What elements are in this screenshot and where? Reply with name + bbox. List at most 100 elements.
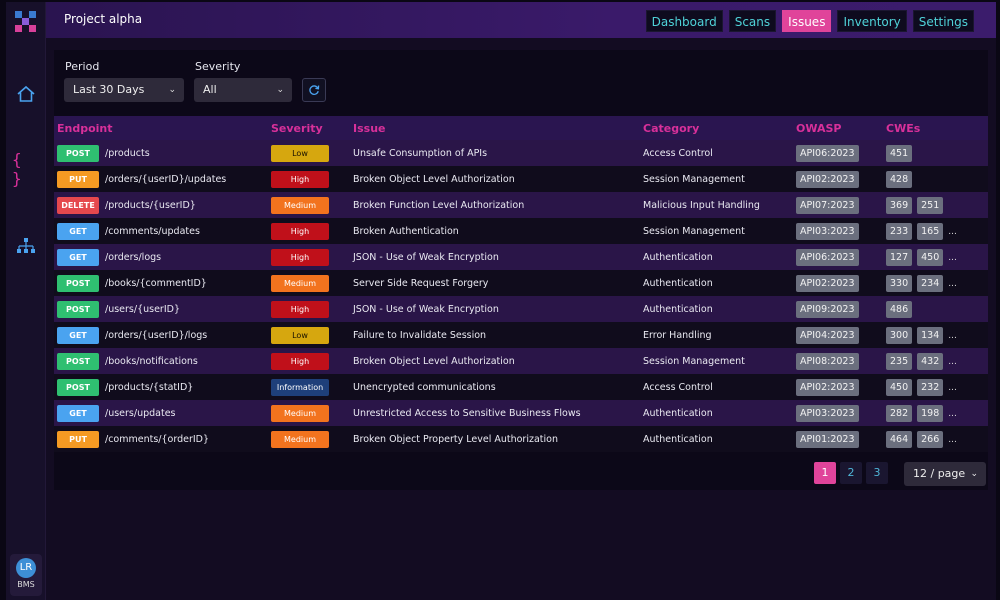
more-cwes[interactable]: ... <box>948 253 957 263</box>
table-row[interactable]: POST/products/{statID} Information Unenc… <box>54 374 988 400</box>
cwe-badge[interactable]: 232 <box>917 378 944 396</box>
severity-select[interactable]: All ⌄ <box>194 78 292 102</box>
cwe-badge[interactable]: 165 <box>917 222 944 240</box>
cwe-badge[interactable]: 450 <box>886 378 913 396</box>
cwes-cell: 127 450... <box>883 244 988 270</box>
col-category[interactable]: Category <box>640 116 793 140</box>
nav-scans[interactable]: Scans <box>728 10 777 32</box>
category-cell: Authentication <box>640 296 793 322</box>
nav-settings[interactable]: Settings <box>912 10 974 32</box>
table-row[interactable]: POST/books/notifications High Broken Obj… <box>54 348 988 374</box>
severity-cell: High <box>268 244 350 270</box>
more-cwes[interactable]: ... <box>948 383 957 393</box>
cwes-cell: 486 <box>883 296 988 322</box>
method-badge: GET <box>57 404 99 422</box>
sidebar: { } LR BMS <box>6 2 46 600</box>
table-row[interactable]: PUT/orders/{userID}/updates High Broken … <box>54 166 988 192</box>
nav-dashboard[interactable]: Dashboard <box>645 10 723 32</box>
col-issue[interactable]: Issue <box>350 116 640 140</box>
cwe-badge[interactable]: 432 <box>917 352 944 370</box>
per-page-select[interactable]: 12 / page ⌄ <box>904 462 986 486</box>
table-header: Endpoint Severity Issue Category OWASP C… <box>54 116 988 140</box>
endpoint-cell: POST/books/notifications <box>54 348 268 374</box>
method-badge: POST <box>57 274 99 292</box>
issue-cell: Unrestricted Access to Sensitive Busines… <box>350 400 640 426</box>
cwe-badge[interactable]: 486 <box>886 300 913 318</box>
issue-cell: JSON - Use of Weak Encryption <box>350 296 640 322</box>
method-badge: POST <box>57 352 99 370</box>
cwe-badge[interactable]: 428 <box>886 170 913 188</box>
endpoint-path: /comments/updates <box>105 225 200 237</box>
table-row[interactable]: GET/orders/{userID}/logs Low Failure to … <box>54 322 988 348</box>
severity-cell: Low <box>268 322 350 348</box>
owasp-badge: API02:2023 <box>796 274 859 292</box>
nav-issues[interactable]: Issues <box>782 10 832 32</box>
cwe-badge[interactable]: 251 <box>917 196 944 214</box>
cwe-badge[interactable]: 369 <box>886 196 913 214</box>
issue-cell: Server Side Request Forgery <box>350 270 640 296</box>
owasp-badge: API03:2023 <box>796 222 859 240</box>
table-row[interactable]: GET/users/updates Medium Unrestricted Ac… <box>54 400 988 426</box>
table-row[interactable]: POST/books/{commentID} Medium Server Sid… <box>54 270 988 296</box>
user-label: BMS <box>17 580 35 589</box>
cwe-badge[interactable]: 266 <box>917 430 944 448</box>
severity-cell: High <box>268 296 350 322</box>
period-value: Last 30 Days <box>73 83 145 96</box>
nav-inventory[interactable]: Inventory <box>837 10 907 32</box>
cwe-badge[interactable]: 134 <box>917 326 944 344</box>
severity-badge: High <box>271 300 329 318</box>
cwe-badge[interactable]: 300 <box>886 326 913 344</box>
cwes-cell: 450 232... <box>883 374 988 400</box>
more-cwes[interactable]: ... <box>948 435 957 445</box>
table-row[interactable]: POST/products Low Unsafe Consumption of … <box>54 140 988 166</box>
period-label: Period <box>65 60 100 73</box>
more-cwes[interactable]: ... <box>948 331 957 341</box>
table-row[interactable]: GET/comments/updates High Broken Authent… <box>54 218 988 244</box>
refresh-button[interactable] <box>302 78 326 102</box>
severity-value: All <box>203 83 217 96</box>
cwe-badge[interactable]: 198 <box>917 404 944 422</box>
page-2[interactable]: 2 <box>840 462 862 484</box>
cwe-badge[interactable]: 234 <box>917 274 944 292</box>
more-cwes[interactable]: ... <box>948 409 957 419</box>
cwe-badge[interactable]: 451 <box>886 144 913 162</box>
table-row[interactable]: GET/orders/logs High JSON - Use of Weak … <box>54 244 988 270</box>
owasp-cell: API06:2023 <box>793 244 883 270</box>
col-endpoint[interactable]: Endpoint <box>54 116 268 140</box>
cwe-badge[interactable]: 450 <box>917 248 944 266</box>
col-cwes[interactable]: CWEs <box>883 116 988 140</box>
endpoint-cell: PUT/orders/{userID}/updates <box>54 166 268 192</box>
endpoint-cell: POST/books/{commentID} <box>54 270 268 296</box>
severity-cell: Low <box>268 140 350 166</box>
braces-icon[interactable]: { } <box>12 150 40 188</box>
table-row[interactable]: DELETE/products/{userID} Medium Broken F… <box>54 192 988 218</box>
endpoint-cell: POST/products/{statID} <box>54 374 268 400</box>
owasp-badge: API01:2023 <box>796 430 859 448</box>
cwe-badge[interactable]: 235 <box>886 352 913 370</box>
period-select[interactable]: Last 30 Days ⌄ <box>64 78 184 102</box>
severity-cell: Medium <box>268 426 350 452</box>
severity-cell: Information <box>268 374 350 400</box>
cwe-badge[interactable]: 282 <box>886 404 913 422</box>
cwe-badge[interactable]: 464 <box>886 430 913 448</box>
endpoint-path: /orders/logs <box>105 251 162 263</box>
table-row[interactable]: POST/users/{userID} High JSON - Use of W… <box>54 296 988 322</box>
col-severity[interactable]: Severity <box>268 116 350 140</box>
page-1[interactable]: 1 <box>814 462 836 484</box>
cwe-badge[interactable]: 330 <box>886 274 913 292</box>
table-row[interactable]: PUT/comments/{orderID} Medium Broken Obj… <box>54 426 988 452</box>
user-menu[interactable]: LR BMS <box>10 554 42 596</box>
cwes-cell: 282 198... <box>883 400 988 426</box>
home-icon[interactable] <box>12 80 40 108</box>
page-3[interactable]: 3 <box>866 462 888 484</box>
cwe-badge[interactable]: 233 <box>886 222 913 240</box>
more-cwes[interactable]: ... <box>948 227 957 237</box>
more-cwes[interactable]: ... <box>948 279 957 289</box>
endpoint-cell: GET/orders/{userID}/logs <box>54 322 268 348</box>
cwes-cell: 300 134... <box>883 322 988 348</box>
col-owasp[interactable]: OWASP <box>793 116 883 140</box>
more-cwes[interactable]: ... <box>948 357 957 367</box>
cwe-badge[interactable]: 127 <box>886 248 913 266</box>
category-cell: Session Management <box>640 348 793 374</box>
sitemap-icon[interactable] <box>12 232 40 260</box>
